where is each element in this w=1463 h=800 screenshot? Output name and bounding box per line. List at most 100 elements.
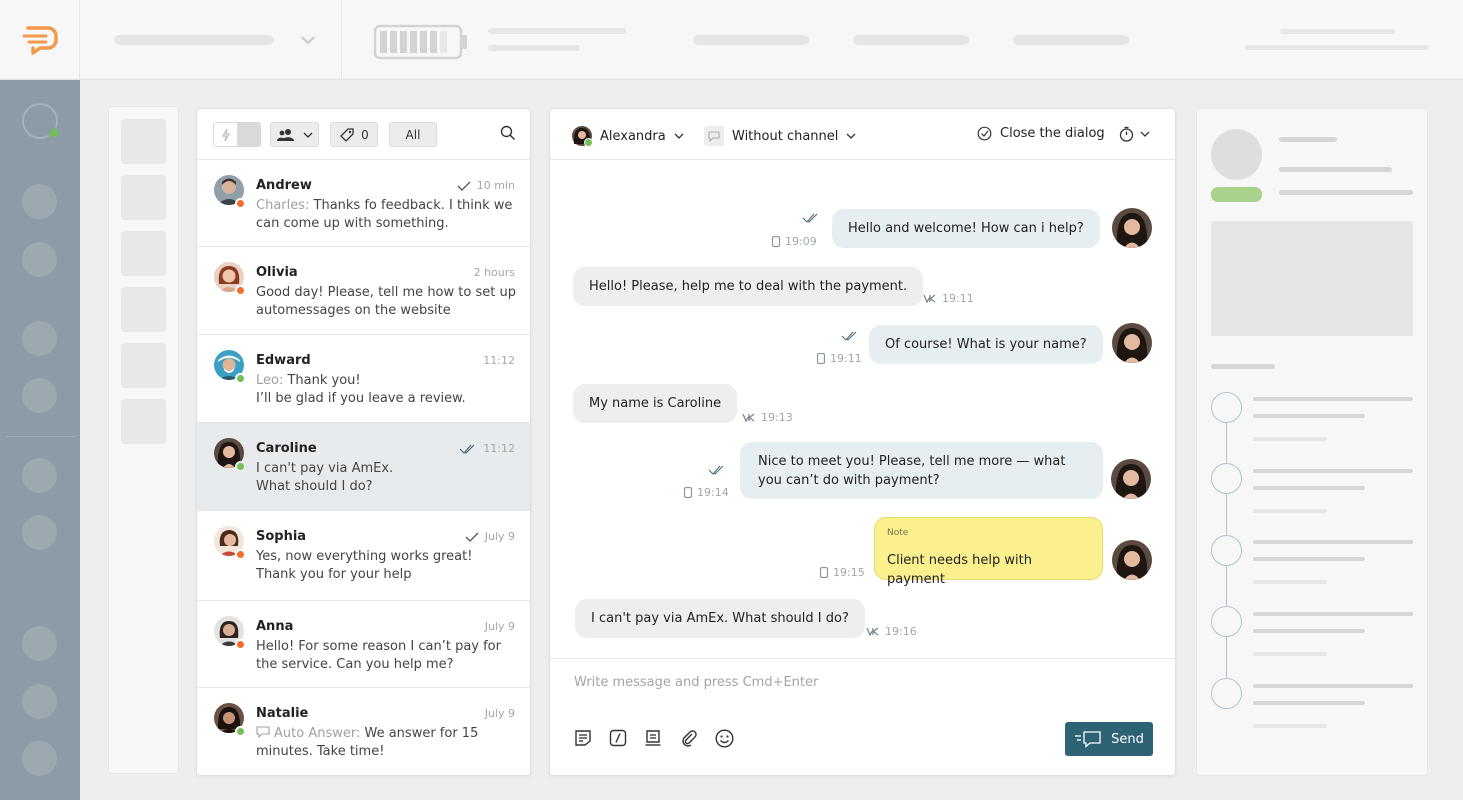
dialog-preview: Good day! Please, tell me how to set up …: [256, 284, 516, 320]
dialog-preview: Yes, now everything works great! Thank y…: [256, 548, 516, 584]
rail-item[interactable]: [22, 184, 57, 219]
message-text: Hello and welcome! How can i help?: [848, 221, 1084, 236]
lightning-icon: [221, 128, 230, 141]
message-incoming: Hello! Please, help me to deal with the …: [573, 267, 924, 306]
send-button[interactable]: Send: [1065, 722, 1153, 756]
channel-badge: [704, 126, 724, 146]
dialog-time: July 9: [485, 620, 515, 633]
channel-name: Without channel: [732, 128, 839, 144]
dialog-name: Natalie: [256, 706, 309, 721]
chat-header: Alexandra Without channel Close the dial…: [550, 109, 1175, 160]
dialog-name: Sophia: [256, 529, 307, 544]
message-incoming: I can't pay via AmEx. What should I do?: [575, 599, 865, 638]
message-meta: 19:09: [772, 235, 817, 248]
operator-selector[interactable]: Alexandra: [572, 126, 684, 147]
message-meta: 19:11: [817, 352, 862, 365]
dialog-preview: Hello! For some reason I can’t pay for t…: [256, 638, 516, 674]
operator-name: Alexandra: [600, 128, 666, 144]
preview-text: Hello! For some reason I can’t pay for t…: [256, 639, 501, 672]
rail-item[interactable]: [22, 515, 57, 550]
team-filter-button[interactable]: [270, 122, 319, 147]
dialog-item-andrew[interactable]: Andrew 10 min Charles: Thanks fo feedbac…: [197, 160, 530, 247]
folder-item[interactable]: [121, 287, 166, 332]
folder-item[interactable]: [121, 343, 166, 388]
message-time: 19:11: [942, 292, 974, 305]
dialog-time: July 9: [485, 707, 515, 720]
folder-item[interactable]: [121, 231, 166, 276]
dialog-time-text: 11:12: [483, 354, 515, 367]
dialog-item-sophia[interactable]: Sophia July 9 Yes, now everything works …: [197, 511, 530, 601]
rail-item[interactable]: [22, 378, 57, 413]
knowledge-base-icon[interactable]: [644, 729, 662, 747]
note-label: Note: [887, 528, 909, 538]
rail-item[interactable]: [22, 741, 57, 776]
placeholder-bar: [1253, 684, 1413, 688]
channel-selector[interactable]: Without channel: [704, 126, 856, 146]
paperclip-icon[interactable]: [680, 729, 698, 747]
rail-item[interactable]: [22, 458, 57, 493]
message-text: Of course! What is your name?: [885, 337, 1087, 352]
operator-avatar: [1112, 323, 1152, 363]
timeline-node: [1211, 606, 1242, 637]
placeholder-bar: [1253, 724, 1327, 728]
auto-assign-toggle[interactable]: [213, 122, 261, 147]
tags-count: 0: [361, 127, 369, 142]
chat-bubble-icon: [256, 726, 270, 739]
placeholder-bar: [1280, 29, 1395, 34]
rail-item[interactable]: [22, 242, 57, 277]
folder-item[interactable]: [121, 175, 166, 220]
double-check-icon: [841, 331, 857, 341]
chevron-down-icon: [674, 133, 684, 139]
rail-item[interactable]: [22, 321, 57, 356]
dialog-time-text: July 9: [484, 530, 515, 543]
close-dialog-button[interactable]: Close the dialog: [977, 126, 1105, 141]
emoji-icon[interactable]: [715, 729, 734, 748]
templates-icon[interactable]: [574, 729, 592, 747]
message-meta: 19:14: [684, 486, 729, 499]
rail-item[interactable]: [22, 626, 57, 661]
chevron-down-icon: [301, 36, 315, 45]
message-text: Nice to meet you! Please, tell me more —…: [758, 453, 1066, 488]
timer-icon: [1119, 126, 1134, 142]
agent-status-icon[interactable]: [21, 102, 63, 144]
dialog-time: 11:12: [483, 354, 515, 367]
mobile-icon: [817, 353, 825, 364]
folder-item[interactable]: [121, 399, 166, 444]
message-input[interactable]: Write message and press Cmd+Enter: [574, 675, 818, 690]
status-filter-label: All: [405, 127, 421, 142]
app-logo[interactable]: [0, 0, 80, 80]
folder-item[interactable]: [121, 119, 166, 164]
slash-command-icon[interactable]: [609, 729, 627, 747]
placeholder-tab[interactable]: [1013, 35, 1129, 45]
dialog-preview: Auto Answer: We answer for 15 minutes. T…: [256, 725, 516, 761]
placeholder-bar: [1253, 509, 1327, 513]
tags-filter-button[interactable]: 0: [330, 122, 378, 147]
message-meta: 19:16: [866, 625, 917, 638]
placeholder-tab[interactable]: [853, 35, 969, 45]
message-outgoing: Of course! What is your name?: [869, 325, 1103, 364]
placeholder-tab[interactable]: [693, 35, 809, 45]
dialog-item-anna[interactable]: Anna July 9 Hello! For some reason I can…: [197, 601, 530, 688]
dialog-time-text: 11:12: [483, 442, 515, 455]
placeholder-bar: [488, 28, 626, 34]
dialog-item-natalie[interactable]: Natalie July 9 Auto Answer: We answer fo…: [197, 688, 530, 775]
chat-panel: Alexandra Without channel Close the dial…: [549, 108, 1176, 776]
client-info-panel: [1196, 108, 1428, 776]
dialog-name: Edward: [256, 353, 311, 368]
left-rail: [0, 80, 80, 800]
project-selector[interactable]: [80, 0, 342, 80]
dialog-item-olivia[interactable]: Olivia 2 hours Good day! Please, tell me…: [197, 247, 530, 335]
operator-avatar: [1112, 208, 1152, 248]
message-incoming: My name is Caroline: [573, 384, 738, 423]
preview-text: Thank you! I’ll be glad if you leave a r…: [256, 373, 466, 406]
snooze-button[interactable]: [1119, 126, 1150, 142]
dialog-time: 10 min: [457, 179, 515, 192]
preview-text: Yes, now everything works great! Thank y…: [256, 549, 473, 582]
rail-item[interactable]: [22, 684, 57, 719]
status-filter-button[interactable]: All: [389, 122, 437, 147]
dialog-item-caroline[interactable]: Caroline 11:12 I can't pay via AmEx. Wha…: [197, 423, 530, 511]
double-check-icon: [459, 444, 475, 454]
dialog-item-edward[interactable]: Edward 11:12 Leo: Thank you! I’ll be gla…: [197, 335, 530, 423]
list-toolbar: 0 All: [197, 109, 530, 160]
search-icon[interactable]: [500, 125, 516, 141]
